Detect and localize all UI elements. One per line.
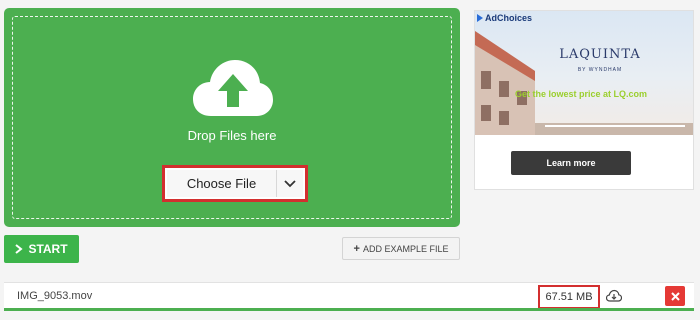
ad-brand-logo: LAQUINTA <box>559 47 641 62</box>
file-progress-bar <box>4 308 694 311</box>
file-list-item: IMG_9053.mov 67.51 MB <box>4 282 694 310</box>
advertisement[interactable]: AdChoices LAQUINTA BY WYNDHAM Get the lo… <box>474 10 694 190</box>
choose-file-group: Choose File <box>167 170 303 197</box>
cloud-save-icon[interactable] <box>606 289 622 303</box>
drop-files-text: Drop Files here <box>187 128 277 143</box>
learn-more-button[interactable]: Learn more <box>511 151 631 175</box>
ad-image: AdChoices LAQUINTA BY WYNDHAM Get the lo… <box>475 11 693 135</box>
start-label: START <box>28 242 68 256</box>
converter-page: Drop Files here Choose File AdChoices LA… <box>0 0 700 320</box>
close-icon <box>670 291 680 301</box>
choose-source-dropdown[interactable] <box>277 170 303 197</box>
ad-tagline: Get the lowest price at LQ.com <box>515 89 648 99</box>
cloud-upload-arrow-icon <box>193 60 273 116</box>
start-button[interactable]: START <box>4 235 79 263</box>
adchoices-label: AdChoices <box>485 13 533 23</box>
chevron-down-icon <box>284 179 296 187</box>
choose-file-control: Choose File <box>162 165 308 202</box>
add-example-file-button[interactable]: + ADD EXAMPLE FILE <box>342 237 460 260</box>
choose-file-button[interactable]: Choose File <box>167 170 277 197</box>
adchoices-icon <box>477 14 483 22</box>
file-dropzone[interactable]: Drop Files here Choose File <box>4 8 460 227</box>
add-example-label: ADD EXAMPLE FILE <box>362 243 449 254</box>
remove-file-button[interactable] <box>665 286 685 306</box>
plus-icon: + <box>353 242 360 255</box>
hotel-building-illustration <box>475 31 693 135</box>
ad-brand-subtitle: BY WYNDHAM <box>577 67 623 73</box>
file-name: IMG_9053.mov <box>17 290 93 302</box>
chevron-right-icon <box>15 244 24 254</box>
file-size: 67.51 MB <box>538 285 600 309</box>
adchoices-badge[interactable]: AdChoices <box>477 13 532 23</box>
